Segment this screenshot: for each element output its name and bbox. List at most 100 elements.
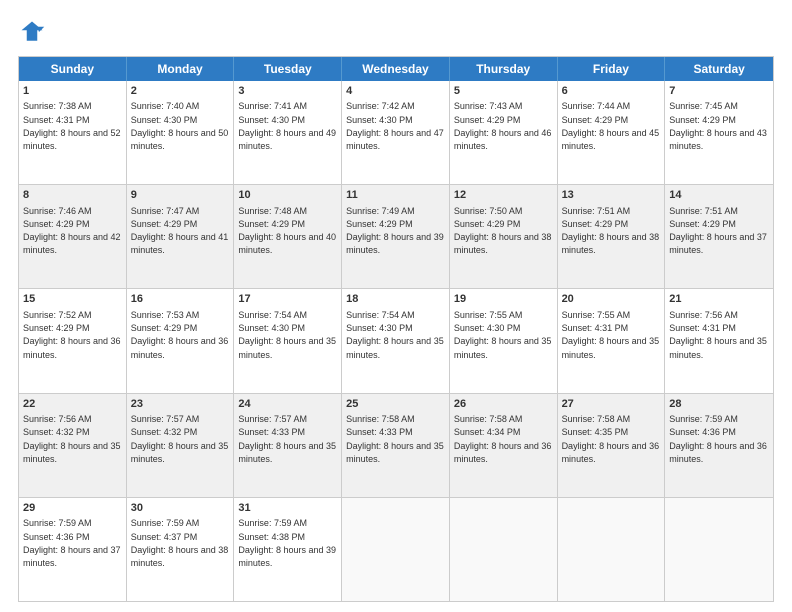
sunrise-text: Sunrise: 7:54 AM — [346, 310, 415, 320]
table-row: 4Sunrise: 7:42 AMSunset: 4:30 PMDaylight… — [342, 81, 450, 184]
daylight-text: Daylight: 8 hours and 37 minutes. — [669, 232, 767, 255]
sunrise-text: Sunrise: 7:59 AM — [238, 518, 307, 528]
daylight-text: Daylight: 8 hours and 35 minutes. — [454, 336, 552, 359]
calendar-row-5: 29Sunrise: 7:59 AMSunset: 4:36 PMDayligh… — [19, 498, 773, 601]
sunrise-text: Sunrise: 7:59 AM — [23, 518, 92, 528]
sunset-text: Sunset: 4:29 PM — [238, 219, 305, 229]
daylight-text: Daylight: 8 hours and 36 minutes. — [454, 441, 552, 464]
sunrise-text: Sunrise: 7:58 AM — [562, 414, 631, 424]
table-row: 30Sunrise: 7:59 AMSunset: 4:37 PMDayligh… — [127, 498, 235, 601]
table-row: 6Sunrise: 7:44 AMSunset: 4:29 PMDaylight… — [558, 81, 666, 184]
day-number: 7 — [669, 84, 769, 99]
day-number: 31 — [238, 501, 337, 516]
sunset-text: Sunset: 4:30 PM — [131, 115, 198, 125]
sunrise-text: Sunrise: 7:49 AM — [346, 206, 415, 216]
sunrise-text: Sunrise: 7:47 AM — [131, 206, 200, 216]
day-number: 2 — [131, 84, 230, 99]
calendar-row-4: 22Sunrise: 7:56 AMSunset: 4:32 PMDayligh… — [19, 394, 773, 498]
sunset-text: Sunset: 4:31 PM — [669, 323, 736, 333]
day-number: 18 — [346, 292, 445, 307]
day-number: 22 — [23, 397, 122, 412]
day-number: 16 — [131, 292, 230, 307]
day-number: 26 — [454, 397, 553, 412]
day-number: 12 — [454, 188, 553, 203]
sunset-text: Sunset: 4:30 PM — [238, 115, 305, 125]
sunrise-text: Sunrise: 7:42 AM — [346, 101, 415, 111]
sunrise-text: Sunrise: 7:56 AM — [23, 414, 92, 424]
day-header-thursday: Thursday — [450, 57, 558, 81]
day-number: 3 — [238, 84, 337, 99]
sunrise-text: Sunrise: 7:44 AM — [562, 101, 631, 111]
table-row: 5 Sunrise: 7:43 AM Sunset: 4:29 PM Daylight… — [450, 81, 558, 184]
day-number: 20 — [562, 292, 661, 307]
table-row: 7Sunrise: 7:45 AMSunset: 4:29 PMDaylight… — [665, 81, 773, 184]
day-number: 13 — [562, 188, 661, 203]
daylight-text: Daylight: 8 hours and 35 minutes. — [238, 441, 336, 464]
sunrise-text: Sunrise: 7:38 AM — [23, 101, 92, 111]
sunset-text: Sunset: 4:29 PM — [669, 219, 736, 229]
daylight-text: Daylight: 8 hours and 35 minutes. — [238, 336, 336, 359]
daylight-text: Daylight: 8 hours and 46 minutes. — [454, 128, 552, 151]
daylight-text: Daylight: 8 hours and 36 minutes. — [131, 336, 229, 359]
sunrise-text: Sunrise: 7:59 AM — [131, 518, 200, 528]
day-number: 17 — [238, 292, 337, 307]
daylight-text: Daylight: 8 hours and 37 minutes. — [23, 545, 121, 568]
day-number: 1 — [23, 84, 122, 99]
table-row: 28Sunrise: 7:59 AMSunset: 4:36 PMDayligh… — [665, 394, 773, 497]
daylight-text: Daylight: 8 hours and 45 minutes. — [562, 128, 660, 151]
day-number: 14 — [669, 188, 769, 203]
sunset-text: Sunset: 4:36 PM — [669, 427, 736, 437]
day-number: 25 — [346, 397, 445, 412]
daylight-text: Daylight: 8 hours and 40 minutes. — [238, 232, 336, 255]
sunset-text: Sunset: 4:33 PM — [346, 427, 413, 437]
sunset-text: Sunset: 4:31 PM — [23, 115, 90, 125]
sunset-text: Sunset: 4:30 PM — [454, 323, 521, 333]
sunset-text: Sunset: 4:30 PM — [346, 115, 413, 125]
daylight-text: Daylight: 8 hours and 35 minutes. — [346, 441, 444, 464]
table-row: 21Sunrise: 7:56 AMSunset: 4:31 PMDayligh… — [665, 289, 773, 392]
table-row: 23Sunrise: 7:57 AMSunset: 4:32 PMDayligh… — [127, 394, 235, 497]
day-number: 24 — [238, 397, 337, 412]
table-row: 11 Sunrise: 7:49 AM Sunset: 4:29 PM Dayligh… — [342, 185, 450, 288]
daylight-text: Daylight: 8 hours and 38 minutes. — [562, 232, 660, 255]
sunset-text: Sunset: 4:30 PM — [346, 323, 413, 333]
table-row: 22Sunrise: 7:56 AMSunset: 4:32 PMDayligh… — [19, 394, 127, 497]
day-number: 9 — [131, 188, 230, 203]
calendar: SundayMondayTuesdayWednesdayThursdayFrid… — [18, 56, 774, 602]
sunrise-text: Sunrise: 7:48 AM — [238, 206, 307, 216]
sunrise-text: Sunrise: 7:59 AM — [669, 414, 738, 424]
sunrise-text: Sunrise: 7:54 AM — [238, 310, 307, 320]
sunset-text: Sunset: 4:38 PM — [238, 532, 305, 542]
day-number: 5 — [454, 84, 553, 99]
sunrise-text: Sunrise: 7:50 AM — [454, 206, 523, 216]
day-number: 27 — [562, 397, 661, 412]
sunrise-text: Sunrise: 7:55 AM — [454, 310, 523, 320]
day-number: 28 — [669, 397, 769, 412]
sunrise-text: Sunrise: 7:58 AM — [454, 414, 523, 424]
table-row: 19Sunrise: 7:55 AMSunset: 4:30 PMDayligh… — [450, 289, 558, 392]
sunset-text: Sunset: 4:29 PM — [346, 219, 413, 229]
sunrise-text: Sunrise: 7:43 AM — [454, 101, 523, 111]
sunset-text: Sunset: 4:29 PM — [454, 115, 521, 125]
day-number: 10 — [238, 188, 337, 203]
calendar-row-2: 8Sunrise: 7:46 AMSunset: 4:29 PMDaylight… — [19, 185, 773, 289]
sunrise-text: Sunrise: 7:52 AM — [23, 310, 92, 320]
sunset-text: Sunset: 4:29 PM — [131, 219, 198, 229]
calendar-body: 1 Sunrise: 7:38 AM Sunset: 4:31 PM Daylight… — [19, 81, 773, 601]
table-row: 31Sunrise: 7:59 AMSunset: 4:38 PMDayligh… — [234, 498, 342, 601]
sunset-text: Sunset: 4:33 PM — [238, 427, 305, 437]
day-header-monday: Monday — [127, 57, 235, 81]
daylight-text: Daylight: 8 hours and 39 minutes. — [346, 232, 444, 255]
day-number: 21 — [669, 292, 769, 307]
table-row — [450, 498, 558, 601]
logo — [18, 18, 50, 46]
table-row: 18Sunrise: 7:54 AMSunset: 4:30 PMDayligh… — [342, 289, 450, 392]
table-row: 29Sunrise: 7:59 AMSunset: 4:36 PMDayligh… — [19, 498, 127, 601]
table-row: 24Sunrise: 7:57 AMSunset: 4:33 PMDayligh… — [234, 394, 342, 497]
daylight-text: Daylight: 8 hours and 49 minutes. — [238, 128, 336, 151]
day-header-wednesday: Wednesday — [342, 57, 450, 81]
table-row: 20Sunrise: 7:55 AMSunset: 4:31 PMDayligh… — [558, 289, 666, 392]
day-number: 11 — [346, 188, 445, 203]
table-row: 17Sunrise: 7:54 AMSunset: 4:30 PMDayligh… — [234, 289, 342, 392]
table-row: 14Sunrise: 7:51 AMSunset: 4:29 PMDayligh… — [665, 185, 773, 288]
